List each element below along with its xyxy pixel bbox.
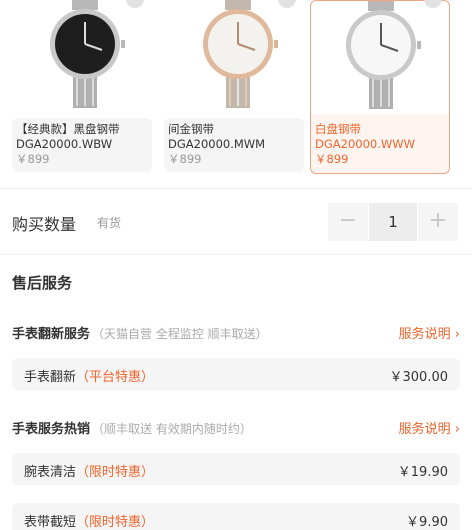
service-option-tag: （平台特惠） (76, 370, 155, 385)
variant-model: DGA20000.WBW (16, 137, 113, 151)
variant-model: DGA20000.MWM (168, 137, 266, 151)
service-info-link[interactable]: 服务说明 › (399, 418, 460, 437)
service-option[interactable]: 表带截短（限时特惠） ￥9.90 (12, 503, 460, 530)
service-info-label: 服务说明 (398, 422, 451, 437)
service-group-title: 手表服务热销 (12, 422, 91, 437)
service-option-label: 表带截短 (24, 515, 77, 530)
variant-name: 白盘钢带 (315, 122, 361, 136)
service-group-header: 手表服务热销 （顺丰取送 有效期内随时约） 服务说明 › (12, 418, 460, 438)
chevron-right-icon: › (454, 422, 460, 437)
variant-price: ￥899 (315, 152, 349, 166)
watch-image-black-dial (12, 0, 152, 114)
quantity-stepper: − 1 + (328, 203, 458, 241)
service-option-tag: （限时特惠） (76, 515, 155, 530)
variant-info: 白盘钢带 DGA20000.WWW ￥899 (310, 114, 450, 174)
service-group-note: （天猫自营 全程监控 顺丰取送） (92, 327, 268, 341)
after-sales-section: 售后服务 手表翻新服务 （天猫自营 全程监控 顺丰取送） 服务说明 › 手表翻新（… (0, 254, 472, 530)
variant-name: 间金钢带 (168, 122, 214, 136)
quantity-label: 购买数量 (12, 215, 77, 234)
watch-image-white-dial (310, 0, 450, 114)
variant-price: ￥899 (16, 152, 50, 166)
service-option-label: 腕表清洁 (24, 465, 77, 480)
variant-price: ￥899 (168, 152, 202, 166)
variant-name: 【经典款】黑盘钢带 (16, 122, 120, 136)
service-info-label: 服务说明 (398, 327, 451, 342)
variant-selector: 【经典款】黑盘钢带 DGA20000.WBW ￥899 间金钢带 DGA2000… (12, 0, 460, 174)
service-option[interactable]: 手表翻新（平台特惠） ￥300.00 (12, 358, 460, 390)
quantity-row: 购买数量 有货 − 1 + (0, 188, 472, 254)
quantity-input[interactable]: 1 (368, 203, 418, 241)
service-group-note: （顺丰取送 有效期内随时约） (92, 422, 252, 436)
variant-info: 间金钢带 DGA20000.MWM ￥899 (164, 118, 304, 172)
variant-card-black-steel[interactable]: 【经典款】黑盘钢带 DGA20000.WBW ￥899 (12, 0, 152, 174)
service-option-price: ￥9.90 (406, 515, 448, 530)
service-group-header: 手表翻新服务 （天猫自营 全程监控 顺丰取送） 服务说明 › (12, 323, 460, 343)
service-group-title: 手表翻新服务 (12, 327, 91, 342)
service-option[interactable]: 腕表清洁（限时特惠） ￥19.90 (12, 453, 460, 485)
service-info-link[interactable]: 服务说明 › (399, 323, 460, 342)
stock-status: 有货 (97, 216, 122, 230)
service-option-tag: （限时特惠） (76, 465, 155, 480)
service-option-label: 手表翻新 (24, 370, 77, 385)
increase-button[interactable]: + (418, 203, 458, 241)
variant-card-gold-steel[interactable]: 间金钢带 DGA20000.MWM ￥899 (164, 0, 304, 174)
chevron-right-icon: › (454, 327, 460, 342)
watch-image-two-tone (164, 0, 304, 114)
variant-card-white-steel[interactable]: 白盘钢带 DGA20000.WWW ￥899 (310, 0, 450, 174)
service-option-price: ￥19.90 (397, 465, 448, 480)
service-option-price: ￥300.00 (389, 370, 449, 385)
decrease-button[interactable]: − (328, 203, 368, 241)
variant-model: DGA20000.WWW (315, 137, 415, 151)
variant-info: 【经典款】黑盘钢带 DGA20000.WBW ￥899 (12, 118, 152, 172)
section-title: 售后服务 (12, 274, 73, 292)
